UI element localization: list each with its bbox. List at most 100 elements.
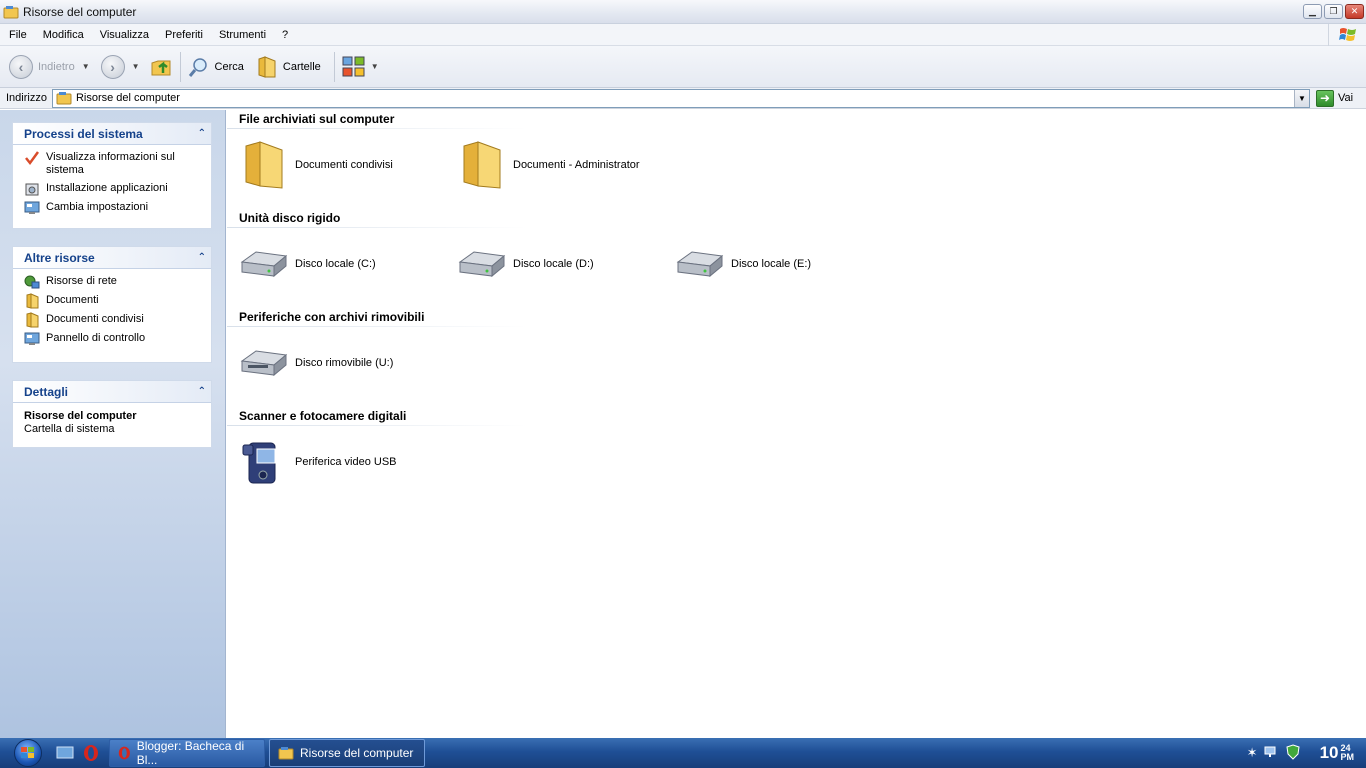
my-computer-icon	[56, 92, 72, 105]
address-dropdown-icon[interactable]: ▼	[1293, 89, 1309, 107]
task-pane: Processi del sistema ⌃ Visualizza inform…	[0, 110, 226, 738]
place-label: Documenti	[46, 294, 99, 306]
item-admin-documents[interactable]: Documenti - Administrator	[457, 140, 640, 190]
tray-star-icon[interactable]: ✶	[1247, 745, 1258, 761]
task-view-system-info[interactable]: Visualizza informazioni sul sistema	[24, 151, 203, 177]
network-status-icon[interactable]	[1264, 745, 1280, 762]
folder-icon	[239, 140, 289, 190]
item-drive-e[interactable]: Disco locale (E:)	[675, 239, 811, 289]
menu-file[interactable]: File	[0, 29, 35, 41]
item-usb-video[interactable]: Periferica video USB	[239, 437, 397, 487]
place-control-panel[interactable]: Pannello di controllo	[24, 332, 203, 346]
place-label: Pannello di controllo	[46, 332, 146, 344]
item-removable-u[interactable]: Disco rimovibile (U:)	[239, 338, 393, 388]
group-divider	[227, 425, 527, 426]
start-button[interactable]	[11, 738, 45, 768]
show-desktop-icon[interactable]	[55, 743, 75, 763]
go-label: Vai	[1337, 92, 1354, 104]
folders-button[interactable]: Cartelle	[253, 51, 324, 83]
item-label: Documenti - Administrator	[513, 159, 640, 171]
group-title: Unità disco rigido	[239, 211, 341, 225]
go-button[interactable]: ➜ Vai	[1315, 89, 1354, 107]
camcorder-icon	[239, 437, 289, 487]
back-dropdown-icon[interactable]: ▼	[82, 62, 90, 71]
checkmark-icon	[24, 151, 40, 166]
views-dropdown-icon: ▼	[370, 62, 379, 71]
security-shield-icon[interactable]	[1286, 743, 1300, 763]
address-bar: Indirizzo Risorse del computer ▼ ➜ Vai	[0, 88, 1366, 109]
forward-button[interactable]: ›	[98, 51, 128, 83]
taskbar-button-my-computer[interactable]: Risorse del computer	[269, 739, 425, 767]
opera-icon[interactable]	[81, 743, 101, 763]
menu-view[interactable]: Visualizza	[92, 29, 157, 41]
search-icon	[188, 57, 207, 77]
hard-drive-icon	[457, 239, 507, 289]
back-label: Indietro	[38, 60, 75, 73]
folders-label: Cartelle	[282, 60, 321, 73]
group-divider	[227, 227, 527, 228]
menu-help[interactable]: ?	[274, 29, 296, 41]
detail-type: Cartella di sistema	[24, 423, 115, 435]
task-install-apps[interactable]: Installazione applicazioni	[24, 182, 203, 196]
close-button[interactable]: ✕	[1345, 4, 1364, 19]
menu-tools[interactable]: Strumenti	[211, 29, 274, 41]
back-arrow-icon: ‹	[9, 54, 33, 79]
item-drive-c[interactable]: Disco locale (C:)	[239, 239, 376, 289]
control-panel-icon	[24, 332, 40, 346]
window-title: Risorse del computer	[23, 4, 137, 19]
place-shared-documents[interactable]: Documenti condivisi	[24, 312, 203, 328]
windows-logo-icon	[14, 739, 42, 767]
windows-logo-icon	[1328, 24, 1366, 46]
system-tasks-header[interactable]: Processi del sistema ⌃	[13, 123, 211, 145]
address-value: Risorse del computer	[75, 92, 180, 104]
collapse-chevron-icon[interactable]: ⌃	[198, 386, 206, 397]
group-divider	[227, 128, 527, 129]
up-folder-button[interactable]	[146, 51, 176, 83]
menu-edit[interactable]: Modifica	[35, 29, 92, 41]
panel-title: Processi del sistema	[24, 126, 143, 141]
task-change-settings[interactable]: Cambia impostazioni	[24, 201, 203, 215]
collapse-chevron-icon[interactable]: ⌃	[198, 128, 206, 139]
my-computer-icon	[278, 747, 294, 760]
collapse-chevron-icon[interactable]: ⌃	[198, 252, 206, 263]
opera-icon	[118, 746, 130, 760]
detail-name: Risorse del computer	[24, 410, 137, 422]
search-button[interactable]: Cerca	[185, 51, 247, 83]
item-shared-documents[interactable]: Documenti condivisi	[239, 140, 393, 190]
taskbar-button-blogger[interactable]: Blogger: Bacheca di Bl...	[109, 739, 265, 767]
address-input[interactable]: Risorse del computer ▼	[51, 88, 1310, 108]
taskbar: Blogger: Bacheca di Bl... Risorse del co…	[0, 738, 1366, 768]
forward-arrow-icon: ›	[100, 54, 125, 79]
clock[interactable]: 10 24 PM	[1320, 744, 1354, 762]
restore-button[interactable]: ❐	[1324, 4, 1343, 19]
item-label: Disco locale (E:)	[731, 258, 812, 270]
back-button[interactable]: ‹ Indietro	[6, 51, 78, 83]
toolbar: ‹ Indietro ▼ › ▼ Cerca Cartelle ▼	[0, 46, 1366, 88]
details-header[interactable]: Dettagli ⌃	[13, 381, 211, 403]
place-label: Risorse di rete	[46, 275, 117, 287]
removable-drive-icon	[239, 338, 289, 388]
control-panel-icon	[24, 201, 40, 215]
item-label: Disco locale (C:)	[295, 258, 376, 270]
place-network[interactable]: Risorse di rete	[24, 275, 203, 289]
views-button[interactable]: ▼	[339, 51, 382, 83]
system-tray: ✶ 10 24 PM	[1247, 738, 1366, 768]
task-label: Cambia impostazioni	[46, 201, 149, 213]
group-divider	[227, 326, 527, 327]
system-tasks-panel: Processi del sistema ⌃ Visualizza inform…	[12, 122, 212, 229]
task-label: Visualizza informazioni sul sistema	[46, 151, 175, 176]
minimize-button[interactable]: ▁	[1303, 4, 1322, 19]
folder-icon	[457, 140, 507, 190]
item-drive-d[interactable]: Disco locale (D:)	[457, 239, 594, 289]
place-documents[interactable]: Documenti	[24, 293, 203, 309]
content-area: File archiviati sul computer Documenti c…	[227, 110, 1366, 738]
address-label: Indirizzo	[6, 92, 47, 104]
task-label: Installazione applicazioni	[46, 182, 168, 194]
forward-dropdown-icon[interactable]: ▼	[132, 62, 140, 71]
menu-favorites[interactable]: Preferiti	[157, 29, 211, 41]
panel-title: Dettagli	[24, 384, 69, 399]
group-title: Periferiche con archivi rimovibili	[239, 310, 425, 324]
clock-hour: 10	[1319, 743, 1339, 762]
other-places-header[interactable]: Altre risorse ⌃	[13, 247, 211, 269]
other-places-panel: Altre risorse ⌃ Risorse di rete Document…	[12, 246, 212, 363]
